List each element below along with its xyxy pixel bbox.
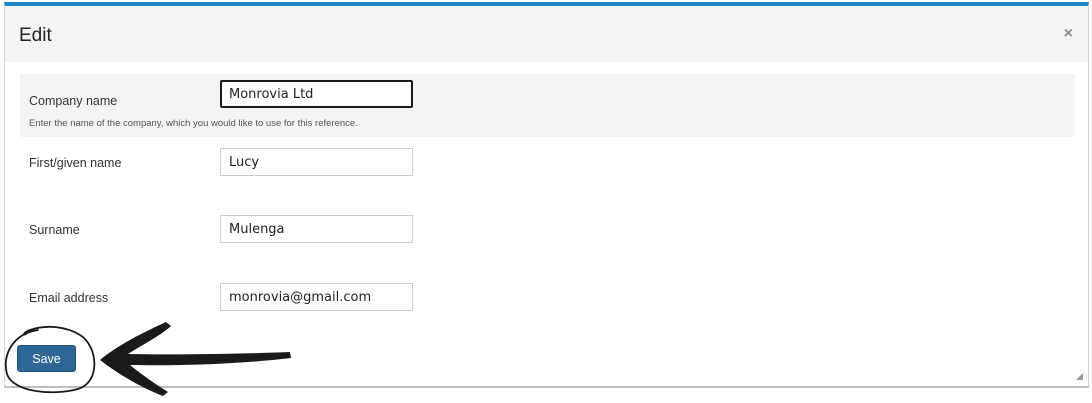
hand-drawn-arrow bbox=[100, 322, 291, 396]
annotation-overlay bbox=[4, 322, 291, 396]
hand-drawn-circle bbox=[4, 325, 96, 394]
